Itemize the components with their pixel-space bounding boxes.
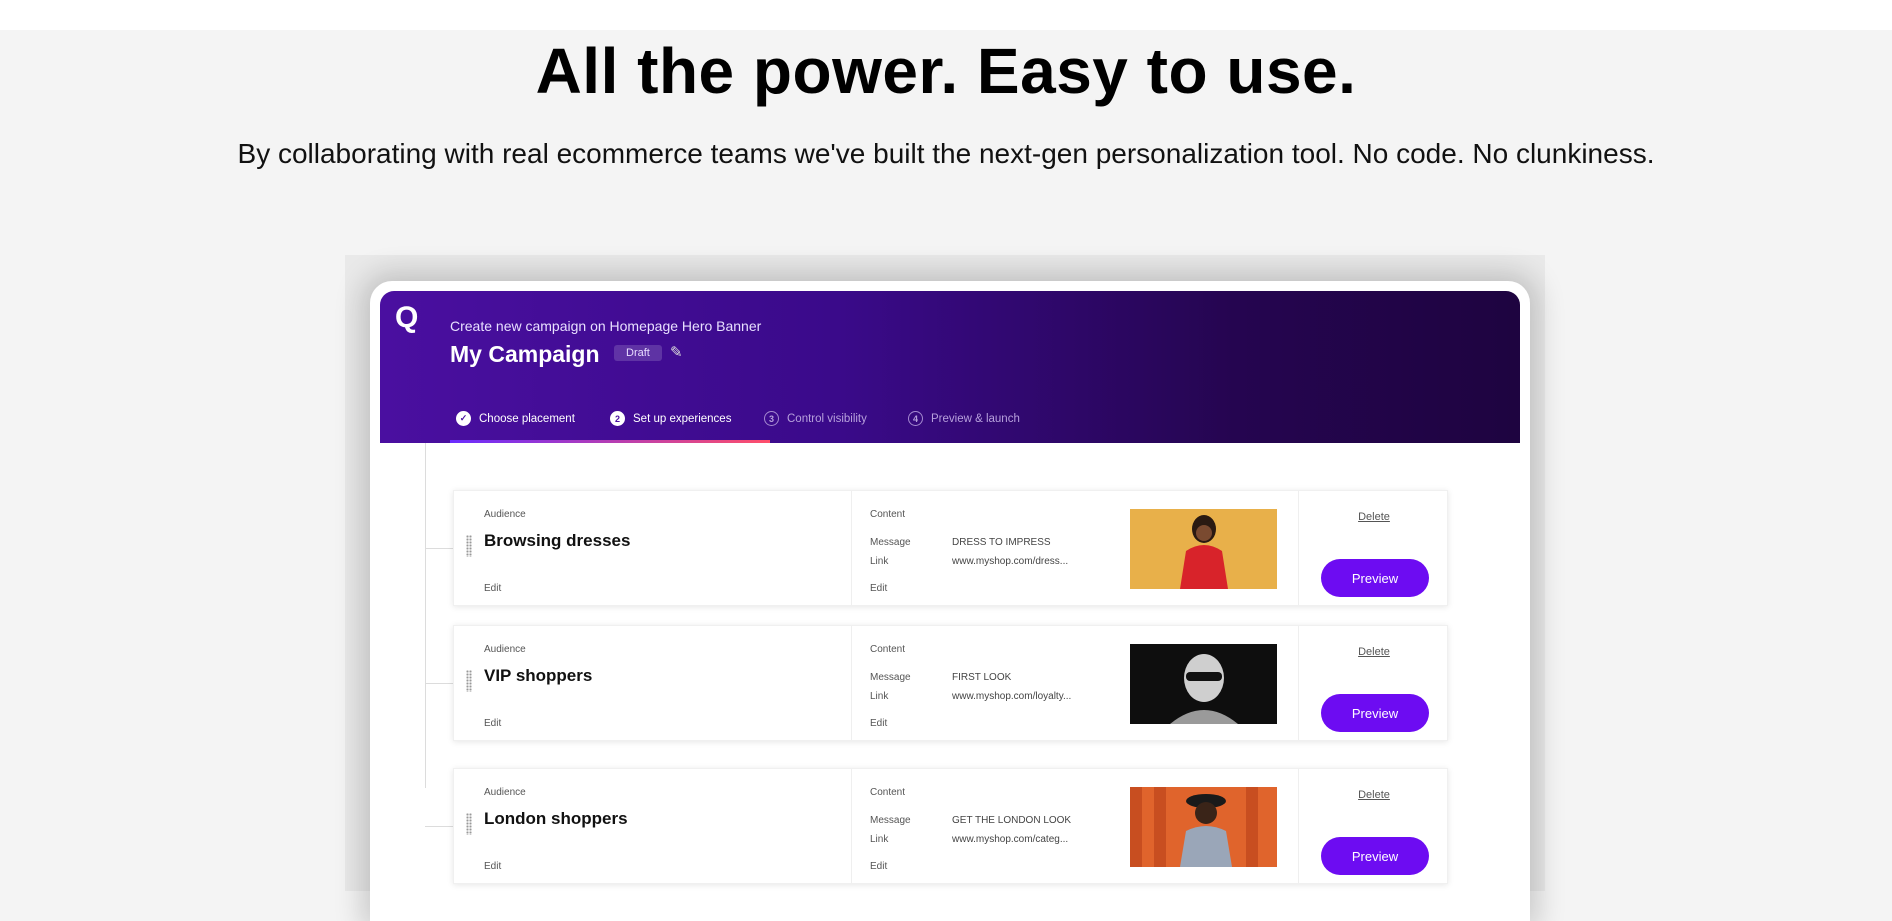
- edit-content-link[interactable]: Edit: [870, 583, 887, 594]
- content-thumbnail: [1130, 509, 1277, 589]
- edit-audience-link[interactable]: Edit: [484, 718, 501, 729]
- message-label: Message: [870, 537, 911, 548]
- link-value: www.myshop.com/dress...: [952, 556, 1069, 567]
- message-label: Message: [870, 672, 911, 683]
- step-number: 3: [764, 411, 779, 426]
- check-icon: ✓: [456, 411, 471, 426]
- content-label: Content: [870, 787, 906, 798]
- content-column: Content Message GET THE LONDON LOOK Link…: [852, 769, 1299, 883]
- delete-link[interactable]: Delete: [1299, 511, 1449, 523]
- message-label: Message: [870, 815, 911, 826]
- actions-column: Delete Preview: [1299, 491, 1449, 605]
- step-number: 4: [908, 411, 923, 426]
- drag-handle-icon[interactable]: [466, 813, 472, 835]
- step-tabs: ✓ Choose placement 2 Set up experiences …: [450, 411, 1150, 443]
- preview-button[interactable]: Preview: [1321, 837, 1429, 875]
- campaign-breadcrumb: Create new campaign on Homepage Hero Ban…: [450, 318, 762, 334]
- product-screenshot-frame: Q Create new campaign on Homepage Hero B…: [370, 281, 1530, 921]
- edit-audience-link[interactable]: Edit: [484, 861, 501, 872]
- message-value: FIRST LOOK: [952, 672, 1012, 683]
- audience-label: Audience: [484, 509, 526, 520]
- edit-content-link[interactable]: Edit: [870, 718, 887, 729]
- tree-branch: [425, 548, 453, 549]
- app-logo[interactable]: Q: [395, 303, 425, 333]
- audience-column: Audience VIP shoppers Edit: [454, 626, 852, 740]
- audience-label: Audience: [484, 787, 526, 798]
- hero-subheadline: By collaborating with real ecommerce tea…: [237, 138, 1655, 169]
- message-value: GET THE LONDON LOOK: [952, 815, 1072, 826]
- experience-card: Audience VIP shoppers Edit Content Messa…: [453, 625, 1448, 741]
- experience-card: Audience Browsing dresses Edit Content M…: [453, 490, 1448, 606]
- tree-branch: [425, 826, 453, 827]
- step-label: Control visibility: [787, 412, 867, 425]
- experience-card: Audience London shoppers Edit Content Me…: [453, 768, 1448, 884]
- link-label: Link: [870, 834, 889, 845]
- link-label: Link: [870, 691, 889, 702]
- tab-preview-launch[interactable]: 4 Preview & launch: [908, 411, 1020, 426]
- tree-connector: [425, 443, 426, 788]
- preview-button[interactable]: Preview: [1321, 694, 1429, 732]
- edit-content-link[interactable]: Edit: [870, 861, 887, 872]
- campaign-title: My Campaign: [450, 341, 600, 367]
- campaign-header: Q Create new campaign on Homepage Hero B…: [380, 291, 1520, 443]
- tab-choose-placement[interactable]: ✓ Choose placement: [456, 411, 575, 426]
- content-thumbnail: [1130, 787, 1277, 867]
- preview-button[interactable]: Preview: [1321, 559, 1429, 597]
- tab-control-visibility[interactable]: 3 Control visibility: [764, 411, 867, 426]
- step-number: 2: [610, 411, 625, 426]
- actions-column: Delete Preview: [1299, 769, 1449, 883]
- status-badge: Draft: [614, 345, 662, 361]
- drag-handle-icon[interactable]: [466, 535, 472, 557]
- step-progress-bar: [450, 440, 770, 443]
- content-column: Content Message FIRST LOOK Link www.mysh…: [852, 626, 1299, 740]
- tab-set-up-experiences[interactable]: 2 Set up experiences: [610, 411, 731, 426]
- step-label: Preview & launch: [931, 412, 1020, 425]
- drag-handle-icon[interactable]: [466, 670, 472, 692]
- link-label: Link: [870, 556, 889, 567]
- content-label: Content: [870, 644, 906, 655]
- link-value: www.myshop.com/categ...: [952, 834, 1069, 845]
- audience-label: Audience: [484, 644, 526, 655]
- content-thumbnail: [1130, 644, 1277, 724]
- edit-pencil-icon[interactable]: ✎: [670, 343, 683, 361]
- hero-headline: All the power. Easy to use.: [535, 35, 1357, 107]
- edit-audience-link[interactable]: Edit: [484, 583, 501, 594]
- content-column: Content Message DRESS TO IMPRESS Link ww…: [852, 491, 1299, 605]
- step-label: Set up experiences: [633, 412, 732, 425]
- message-value: DRESS TO IMPRESS: [952, 537, 1051, 548]
- audience-column: Audience Browsing dresses Edit: [454, 491, 852, 605]
- delete-link[interactable]: Delete: [1299, 789, 1449, 801]
- link-value: www.myshop.com/loyalty...: [952, 691, 1072, 702]
- audience-name: Browsing dresses: [484, 531, 631, 550]
- audience-name: VIP shoppers: [484, 666, 593, 685]
- tree-branch: [425, 683, 453, 684]
- step-label: Choose placement: [479, 412, 575, 425]
- audience-column: Audience London shoppers Edit: [454, 769, 852, 883]
- delete-link[interactable]: Delete: [1299, 646, 1449, 658]
- content-label: Content: [870, 509, 906, 520]
- actions-column: Delete Preview: [1299, 626, 1449, 740]
- audience-name: London shoppers: [484, 809, 628, 828]
